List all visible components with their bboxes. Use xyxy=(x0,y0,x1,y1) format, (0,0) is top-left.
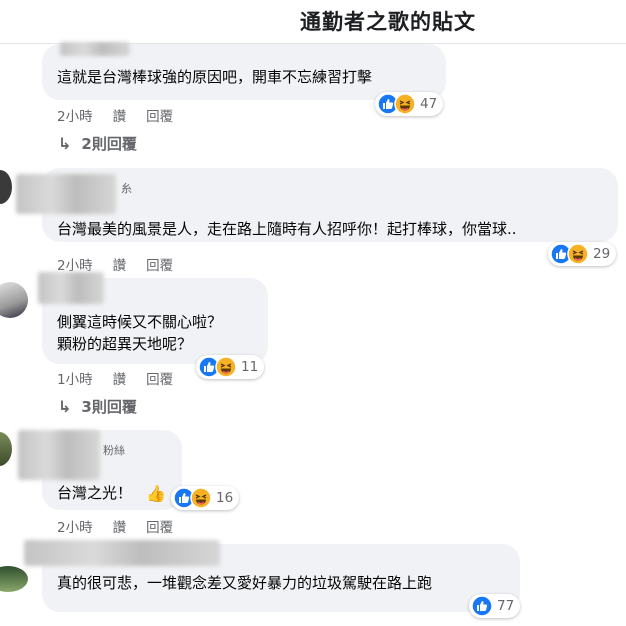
haha-icon xyxy=(190,487,212,509)
reaction-count: 77 xyxy=(497,598,515,614)
author-badge: 粉絲 xyxy=(103,444,125,457)
comment-time[interactable]: 2小時 xyxy=(57,109,93,125)
comment-actions: 1小時 讚 回覆 xyxy=(57,368,193,388)
reply-link[interactable]: 回覆 xyxy=(146,372,173,388)
haha-icon xyxy=(394,93,416,115)
like-link[interactable]: 讚 xyxy=(113,520,127,536)
author-name-blurred[interactable] xyxy=(60,42,130,56)
like-link[interactable]: 讚 xyxy=(113,372,127,388)
like-icon xyxy=(471,595,493,617)
view-replies-link[interactable]: ↳ 3則回覆 xyxy=(58,396,137,417)
reaction-summary[interactable]: 77 xyxy=(469,594,521,618)
comment-text: 側翼這時候又不關心啦？ xyxy=(57,313,223,331)
author-name-blurred[interactable] xyxy=(24,540,220,566)
like-link[interactable]: 讚 xyxy=(113,258,127,274)
author-name-blurred[interactable] xyxy=(38,272,104,304)
comment-time[interactable]: 1小時 xyxy=(57,372,93,388)
comment-text: 這就是台灣棒球強的原因吧，開車不忘練習打擊 xyxy=(57,68,373,86)
comment-text: 顆粉的超異天地呢？ xyxy=(57,335,193,353)
comment-text: 台灣最美的風景是人，走在路上隨時有人招呼你！起打棒球，你當球.. xyxy=(57,220,517,238)
comment-actions: 2小時 讚 回覆 xyxy=(57,105,193,125)
author-badge: 糸 xyxy=(121,182,132,195)
comment-actions: 2小時讚回覆 xyxy=(57,254,193,274)
reaction-summary[interactable]: 47 xyxy=(375,92,444,116)
thumbs-up-emoji-icon: 👍 xyxy=(146,484,166,503)
comment-text: 台灣之光！ xyxy=(57,484,133,502)
comment-time[interactable]: 2小時 xyxy=(57,520,93,536)
reaction-summary[interactable]: 29 xyxy=(548,242,617,266)
comment-text: 真的很可悲，一堆觀念差又愛好暴力的垃圾駕駛在路上跑 xyxy=(57,574,433,592)
reaction-count: 11 xyxy=(241,359,259,375)
avatar[interactable] xyxy=(0,566,28,592)
reaction-count: 16 xyxy=(216,490,234,506)
reply-arrow-icon: ↳ xyxy=(58,134,72,153)
author-name-blurred[interactable] xyxy=(18,430,100,480)
comment-actions: 2小時 讚 回覆 xyxy=(57,516,193,536)
reaction-count: 29 xyxy=(593,246,611,262)
avatar[interactable] xyxy=(0,432,12,466)
haha-icon xyxy=(215,356,237,378)
author-name-blurred[interactable] xyxy=(16,174,116,214)
page-title: 通勤者之歌的貼文 xyxy=(300,10,476,34)
reaction-summary[interactable]: 16 xyxy=(171,486,240,510)
reaction-summary[interactable]: 11 xyxy=(196,355,265,379)
reply-link[interactable]: 回覆 xyxy=(146,520,173,536)
view-replies-link[interactable]: ↳ 2則回覆 xyxy=(58,133,137,154)
replies-count-label: 2則回覆 xyxy=(81,135,137,153)
reply-link[interactable]: 回覆 xyxy=(146,258,173,274)
reaction-count: 47 xyxy=(420,96,438,112)
like-link[interactable]: 讚 xyxy=(113,109,127,125)
reply-arrow-icon: ↳ xyxy=(58,397,72,416)
avatar[interactable] xyxy=(0,170,12,204)
replies-count-label: 3則回覆 xyxy=(81,398,137,416)
haha-icon xyxy=(567,243,589,265)
reply-link[interactable]: 回覆 xyxy=(146,109,173,125)
avatar[interactable] xyxy=(0,282,28,318)
